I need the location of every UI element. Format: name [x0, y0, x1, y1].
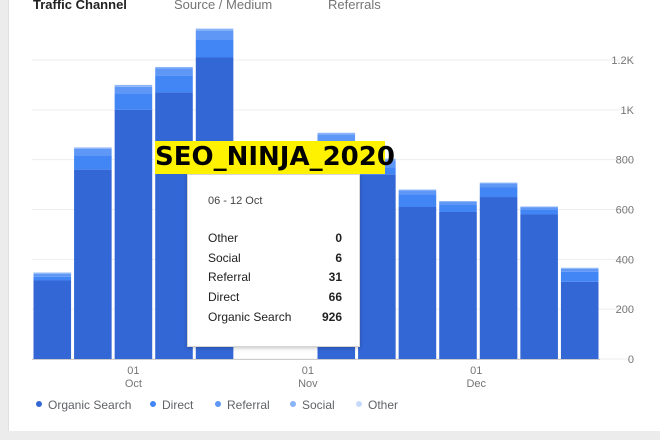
tooltip-row-organic-search: Organic Search 926: [208, 310, 342, 326]
legend-label: Direct: [162, 398, 194, 412]
tooltip-value: 66: [328, 290, 342, 304]
x-tick-label: 01: [127, 365, 139, 377]
tooltip-value: 926: [321, 310, 342, 324]
bar-segment: [114, 109, 153, 359]
bar-segment: [155, 68, 193, 76]
y-tick-label: 400: [616, 254, 634, 266]
bar-segment: [33, 276, 72, 281]
bar-segment: [74, 147, 112, 149]
bar-segment: [74, 148, 112, 156]
bar-segment: [560, 268, 599, 272]
y-tick-label: 800: [616, 155, 634, 167]
chart-legend: Organic Search Direct Referral Social Ot…: [36, 398, 636, 414]
legend-dot-icon: [36, 401, 42, 407]
y-tick-label: 1K: [621, 105, 635, 117]
bar-segment: [479, 183, 518, 188]
tooltip-value: 0: [335, 231, 342, 245]
x-tick-label: Dec: [466, 378, 486, 390]
legend-label: Social: [302, 398, 335, 412]
tooltip-value: 31: [328, 270, 342, 284]
legend-item-organic-search[interactable]: Organic Search: [36, 398, 131, 412]
bar-segment: [195, 28, 234, 31]
card-bottom-strip: [0, 431, 660, 440]
legend-label: Referral: [227, 398, 270, 412]
tooltip-row-social: Social 6: [208, 251, 342, 267]
bar-segment: [398, 207, 437, 359]
y-tick-label: 0: [628, 354, 634, 366]
bar-segment: [560, 271, 599, 282]
bar-segment: [114, 93, 153, 110]
bar-segment: [114, 84, 153, 87]
bar-segment: [155, 66, 193, 69]
y-tick-label: 200: [616, 304, 634, 316]
legend-dot-icon: [215, 401, 221, 407]
bar-segment: [33, 272, 72, 274]
bar-segment: [74, 155, 112, 170]
bar-segment: [33, 280, 72, 359]
bar-segment: [358, 174, 396, 359]
tooltip-label: Organic Search: [208, 310, 292, 324]
bar-segment: [560, 281, 599, 359]
tooltip-title: 06 - 12 Oct: [208, 195, 263, 207]
bar-segment: [479, 187, 518, 198]
legend-item-other[interactable]: Other: [356, 398, 398, 412]
tooltip-value: 6: [335, 251, 342, 265]
x-tick-label: Nov: [298, 378, 318, 390]
bar-segment: [560, 267, 599, 269]
bar-segment: [195, 30, 234, 40]
bar-segment: [479, 182, 518, 184]
y-tick-label: 1.2K: [611, 55, 634, 67]
x-tick-label: 01: [470, 365, 482, 377]
legend-label: Organic Search: [48, 398, 132, 412]
bar-segment: [114, 86, 153, 94]
bar-segment: [439, 201, 477, 203]
bar-segment: [317, 132, 356, 135]
legend-dot-icon: [356, 401, 362, 407]
bar-segment: [520, 207, 558, 210]
legend-dot-icon: [150, 401, 156, 407]
tooltip-label: Social: [208, 251, 241, 265]
bar-segment: [33, 273, 72, 277]
legend-item-referral[interactable]: Referral: [215, 398, 270, 412]
bar-segment: [155, 75, 193, 93]
legend-label: Other: [368, 398, 399, 412]
tooltip-label: Referral: [208, 270, 251, 284]
legend-dot-icon: [290, 401, 296, 407]
bar-segment: [398, 194, 437, 208]
chart-tooltip: 06 - 12 Oct Other 0 Social 6 Referral 31…: [187, 174, 360, 347]
bar-segment: [317, 134, 356, 141]
tooltip-label: Other: [208, 231, 239, 245]
bar-segment: [520, 209, 558, 215]
bar-segment: [398, 190, 437, 195]
bar-segment: [520, 206, 558, 208]
x-tick-label: Oct: [125, 378, 142, 390]
tooltip-row-referral: Referral 31: [208, 270, 342, 286]
bar-segment: [479, 197, 518, 359]
bar-segment: [74, 169, 112, 359]
bar-segment: [520, 214, 558, 359]
legend-item-direct[interactable]: Direct: [150, 398, 193, 412]
legend-item-social[interactable]: Social: [290, 398, 335, 412]
x-tick-label: 01: [302, 365, 314, 377]
tooltip-label: Direct: [208, 290, 240, 304]
bar-segment: [439, 202, 477, 206]
y-tick-label: 600: [616, 205, 634, 217]
tooltip-row-direct: Direct 66: [208, 290, 342, 306]
watermark-label: SEO_NINJA_2020: [155, 141, 395, 174]
bar-segment: [439, 211, 477, 359]
bar-segment: [398, 189, 437, 191]
bar-segment: [195, 39, 234, 58]
tooltip-row-other: Other 0: [208, 231, 342, 247]
bar-segment: [439, 205, 477, 212]
